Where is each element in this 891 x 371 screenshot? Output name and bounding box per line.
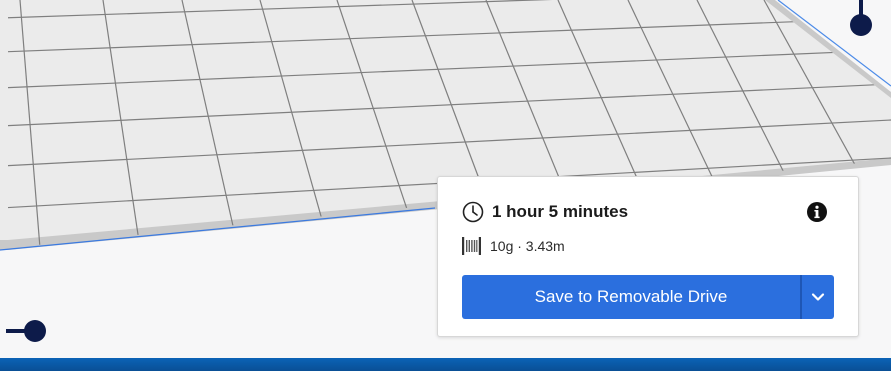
material-usage-label: 10g · 3.43m [490,238,565,254]
print-time-label: 1 hour 5 minutes [492,202,629,221]
info-icon[interactable] [806,201,828,223]
save-options-dropdown-button[interactable] [800,275,834,319]
chevron-down-icon [811,293,825,301]
axis-handle-bottom-left[interactable] [6,318,48,344]
print-estimate-panel: 1 hour 5 minutes 10g · 3.43m Save to Rem… [437,176,859,337]
window-bottom-strip [0,358,891,371]
clock-icon [462,201,484,223]
save-button-group: Save to Removable Drive [462,275,834,319]
material-usage-row: 10g · 3.43m [462,237,565,255]
axis-handle-top-right[interactable] [848,0,874,38]
print-time-row: 1 hour 5 minutes [462,201,628,223]
save-to-removable-drive-button[interactable]: Save to Removable Drive [462,275,800,319]
filament-spool-icon [462,237,481,255]
